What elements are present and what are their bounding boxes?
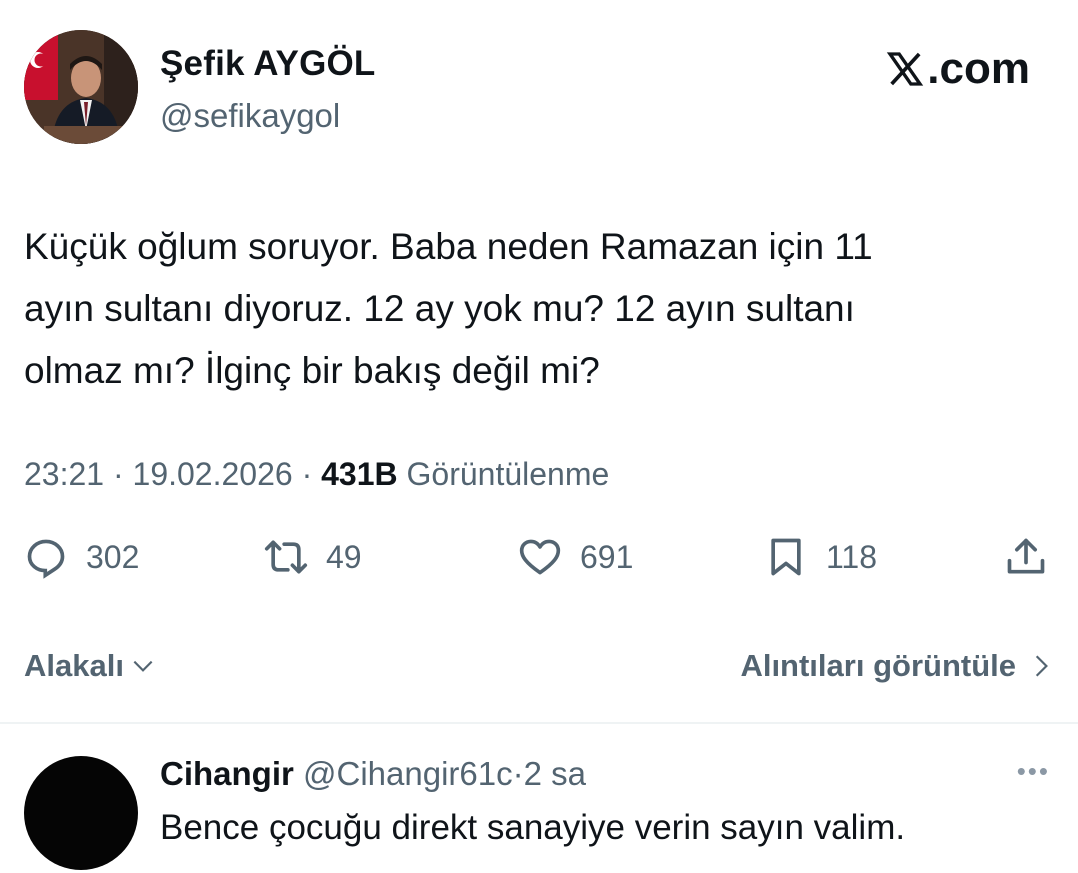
author-avatar[interactable]: [24, 30, 138, 144]
reply-count: 302: [86, 538, 140, 575]
tweet-text: Küçük oğlum soruyor. Baba neden Ramazan …: [24, 216, 1044, 402]
bookmark-icon: [771, 538, 801, 576]
brand-watermark: .com: [885, 44, 1030, 94]
more-options-icon[interactable]: •••: [1017, 756, 1050, 787]
views-count: 431B: [321, 456, 398, 492]
tweet-time[interactable]: 23:21: [24, 456, 104, 492]
author-name[interactable]: Şefik AYGÖL: [160, 44, 376, 84]
tweet-date[interactable]: 19.02.2026: [133, 456, 293, 492]
reply-text: Bence çocuğu direkt sanayiye verin sayın…: [160, 808, 906, 847]
author-handle[interactable]: @sefikaygol: [160, 97, 340, 135]
reply-header: Cihangir @Cihangir61c·2 sa: [160, 755, 586, 793]
tweet-meta: 23:21 · 19.02.2026 · 431B Görüntülenme: [24, 456, 609, 493]
repost-button[interactable]: 49: [264, 535, 362, 579]
views-label: Görüntülenme: [406, 456, 610, 492]
related-sort-dropdown[interactable]: Alakalı: [24, 648, 156, 684]
like-count: 691: [580, 538, 634, 575]
repost-count: 49: [326, 538, 362, 575]
section-divider: [0, 722, 1078, 724]
reply-filter-row: Alakalı Alıntıları görüntüle: [24, 640, 1054, 690]
heart-icon: [519, 539, 561, 575]
x-logo-icon: [887, 52, 924, 86]
brand-domain: .com: [927, 44, 1030, 93]
tweet-line: ayın sultanı diyoruz. 12 ay yok mu? 12 a…: [24, 288, 855, 329]
avatar-photo: [24, 30, 138, 144]
related-label: Alakalı: [24, 648, 124, 683]
share-button[interactable]: [1004, 535, 1048, 579]
view-quotes-link[interactable]: Alıntıları görüntüle: [740, 648, 1054, 684]
chevron-down-icon: [133, 660, 153, 672]
bookmark-count: 118: [826, 538, 878, 575]
tweet-line: olmaz mı? İlginç bir bakış değil mi?: [24, 350, 600, 391]
bookmark-button[interactable]: 118: [764, 535, 877, 579]
meta-separator: ·: [301, 456, 313, 492]
meta-separator: ·: [112, 456, 124, 492]
reply-button[interactable]: 302: [24, 535, 139, 579]
repost-icon: [264, 540, 308, 574]
tweet-line: Küçük oğlum soruyor. Baba neden Ramazan …: [24, 226, 873, 267]
view-quotes-label: Alıntıları görüntüle: [740, 648, 1016, 683]
reply-avatar[interactable]: [24, 756, 138, 870]
chevron-right-icon: [1035, 655, 1048, 677]
reply-author-name[interactable]: Cihangir: [160, 755, 294, 792]
action-bar: 302 49 691 118: [24, 535, 1054, 585]
meta-separator: ·: [512, 755, 524, 792]
share-icon: [1007, 538, 1045, 574]
reply-author-handle[interactable]: @Cihangir61c: [303, 755, 513, 792]
like-button[interactable]: 691: [518, 535, 633, 579]
reply-time[interactable]: 2 sa: [524, 755, 586, 792]
reply-icon: [27, 539, 65, 579]
